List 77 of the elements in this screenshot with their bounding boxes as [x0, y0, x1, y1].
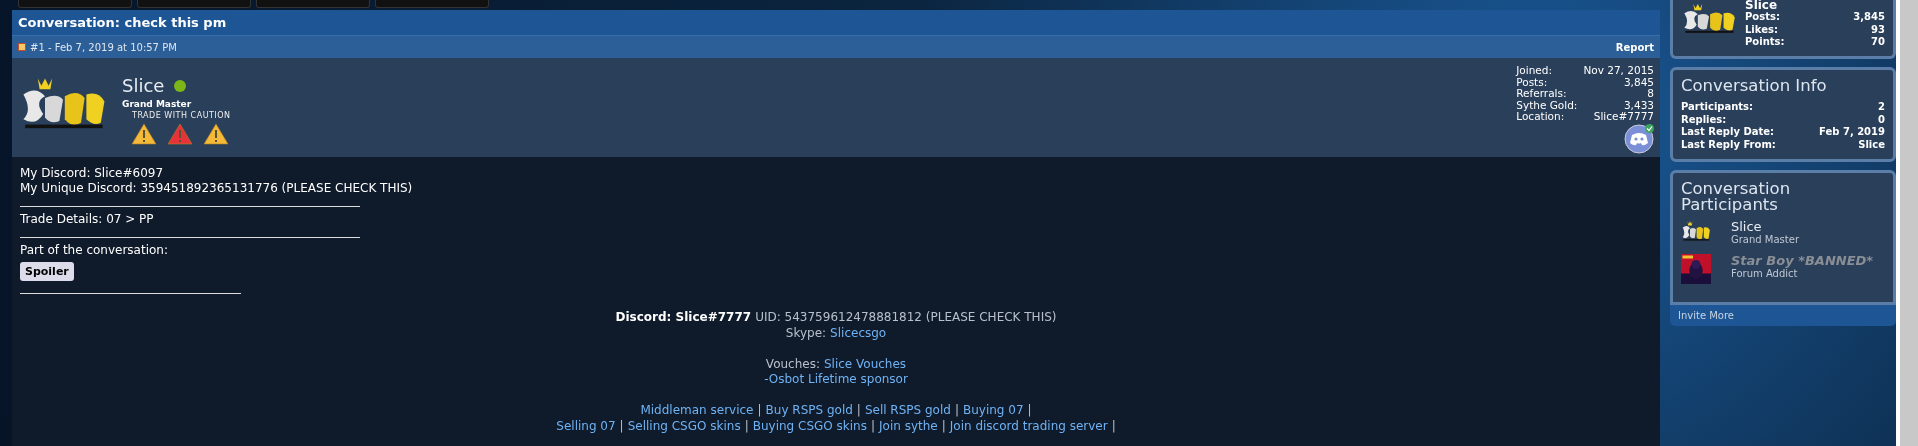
- signature-link[interactable]: Slice Vouches: [823, 356, 907, 372]
- stat-value: 93: [1871, 23, 1885, 36]
- stat-value: 3,845: [1622, 76, 1654, 88]
- signature-link[interactable]: Join sythe: [879, 418, 938, 434]
- report-link[interactable]: Report: [1615, 41, 1654, 53]
- signature-text: |: [619, 418, 624, 434]
- message-text: Trade Details: 07 > PP: [20, 212, 155, 227]
- signature-text: Discord: Slice#7777: [615, 310, 752, 326]
- signature-link[interactable]: Sell RSPS gold: [864, 403, 951, 419]
- signature-text: |: [870, 418, 875, 434]
- signature-link[interactable]: Slicecsgo: [830, 325, 887, 341]
- signature-text: |: [856, 403, 861, 419]
- discord-icon[interactable]: [1624, 123, 1654, 154]
- warning-icon: [131, 123, 157, 145]
- signature-text: Skype:: [785, 325, 827, 341]
- signature-link[interactable]: -Osbot Lifetime sponsor: [764, 372, 908, 388]
- username[interactable]: Slice: [122, 75, 165, 96]
- signature-link[interactable]: Selling 07: [556, 418, 616, 434]
- participant-rank: Grand Master: [1731, 234, 1799, 245]
- signature-link[interactable]: Buying CSGO skins: [752, 418, 867, 434]
- nav-tab[interactable]: [18, 0, 132, 8]
- participant-name[interactable]: Slice: [1731, 220, 1799, 234]
- nav-tab[interactable]: [137, 0, 251, 8]
- post-icon: [18, 43, 26, 51]
- signature-text: |: [757, 403, 762, 419]
- stat-label: Likes:: [1745, 23, 1778, 36]
- stat-label: Posts:: [1745, 11, 1780, 24]
- warning-icon: [203, 123, 229, 145]
- signature-link[interactable]: Join discord trading server: [949, 418, 1108, 434]
- stat-value: 3,433: [1622, 99, 1654, 111]
- warning-icon: [167, 123, 193, 145]
- spoiler-button[interactable]: Spoiler: [20, 262, 74, 281]
- stat-label: Referrals:: [1516, 88, 1568, 100]
- signature-link[interactable]: Buy RSPS gold: [765, 403, 853, 419]
- user-rank: Grand Master: [122, 99, 193, 109]
- stat-value: Slice#7777: [1592, 111, 1654, 123]
- signature-link[interactable]: Selling CSGO skins: [627, 418, 741, 434]
- message-text: My Unique Discord: 359451892365131776 (PLEASE CHECK THIS): [20, 181, 414, 196]
- stat-value: 8: [1646, 88, 1654, 100]
- signature-text: |: [744, 418, 749, 434]
- info-value: Feb 7, 2019: [1819, 126, 1885, 139]
- signature-text: |: [941, 418, 946, 434]
- nav-tab[interactable]: [375, 0, 489, 8]
- stat-value: 3,845: [1853, 11, 1885, 24]
- conversation-title: Conversation: check this pm: [12, 10, 1660, 35]
- signature-link[interactable]: Buying 07: [962, 403, 1024, 419]
- info-label: Participants:: [1681, 101, 1754, 114]
- participant-rank: Forum Addict: [1731, 268, 1799, 279]
- profile-name[interactable]: Slice: [1745, 0, 1885, 11]
- stat-label: Sythe Gold:: [1516, 99, 1578, 111]
- stat-value: Nov 27, 2015: [1583, 65, 1654, 77]
- stat-label: Location:: [1516, 111, 1566, 123]
- info-value: 0: [1878, 113, 1885, 126]
- nav-tab[interactable]: [256, 0, 370, 8]
- stat-label: Joined:: [1516, 65, 1554, 77]
- info-label: Replies:: [1681, 113, 1727, 126]
- signature-text: |: [1111, 418, 1116, 434]
- stat-value: 70: [1871, 36, 1885, 49]
- signature-text: UID: 543759612478881812 (PLEASE CHECK THIS): [755, 310, 1057, 326]
- signature-text: |: [954, 403, 959, 419]
- warning-label: TRADE WITH CAUTION: [132, 111, 231, 120]
- info-label: Last Reply From:: [1681, 138, 1776, 151]
- stat-label: Posts:: [1516, 76, 1548, 88]
- card-title: Conversation Info: [1681, 78, 1828, 94]
- scrollbar[interactable]: [1896, 0, 1918, 446]
- signature-text: Vouches:: [765, 356, 820, 372]
- info-value: 2: [1878, 101, 1885, 114]
- signature-text: |: [1027, 403, 1032, 419]
- stat-label: Points:: [1745, 36, 1785, 49]
- message-text: Part of the conversation:: [20, 243, 169, 258]
- info-value: Slice: [1858, 138, 1885, 151]
- signature-link[interactable]: Middleman service: [640, 403, 754, 419]
- post-date-link[interactable]: #1 - Feb 7, 2019 at 10:57 PM: [30, 41, 177, 53]
- card-title: Conversation Participants: [1681, 181, 1792, 213]
- invite-more-button[interactable]: Invite More: [1670, 305, 1896, 326]
- message-text: My Discord: Slice#6097: [20, 166, 165, 181]
- info-label: Last Reply Date:: [1681, 126, 1774, 139]
